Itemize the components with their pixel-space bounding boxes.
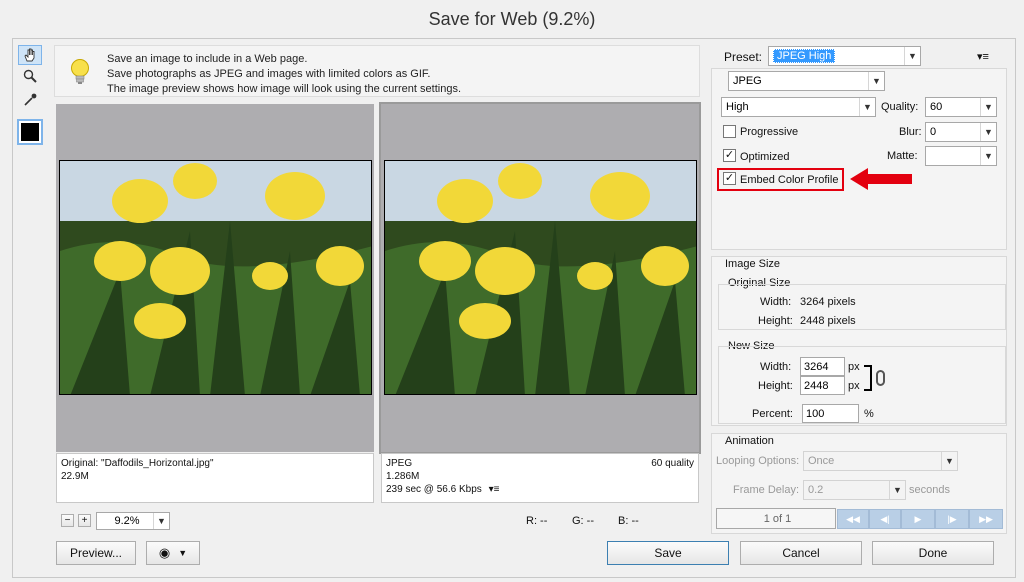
width-unit: px [848, 361, 860, 373]
matte-label: Matte: [887, 150, 918, 162]
percent-input[interactable]: 100 [802, 404, 859, 423]
quality-value: 60 [930, 101, 943, 113]
blur-label: Blur: [899, 126, 922, 138]
preset-label: Preset: [724, 50, 763, 64]
chevron-down-icon: ▼ [980, 98, 996, 116]
preset-select[interactable]: JPEG High ▼ [768, 46, 921, 66]
looping-value: Once [808, 455, 835, 467]
chevron-down-icon: ▼ [904, 47, 920, 65]
last-frame-button[interactable]: ▶▶ [969, 509, 1003, 529]
optimized-format: JPEG [386, 458, 413, 469]
orig-height-value: 2448 pixels [800, 315, 856, 327]
orig-width-label: Width: [760, 296, 792, 308]
hand-icon[interactable] [18, 45, 42, 65]
quality-select[interactable]: 60 ▼ [925, 97, 997, 117]
constrain-bracket [864, 365, 872, 391]
image-size-heading: Image Size [725, 258, 781, 270]
zoom-out-button[interactable]: − [61, 514, 74, 527]
height-unit: px [848, 380, 860, 392]
cancel-button[interactable]: Cancel [740, 541, 862, 565]
matte-select[interactable]: ▼ [925, 146, 997, 166]
info-box: Save an image to include in a Web page. … [54, 45, 700, 97]
optimized-preview-pane[interactable] [379, 102, 701, 454]
zoom-in-button[interactable]: + [78, 514, 91, 527]
globe-icon: ◉ [158, 545, 171, 560]
window-title: Save for Web (9.2%) [428, 9, 596, 29]
info-line: The image preview shows how image will l… [107, 83, 461, 95]
red-arrow-icon [850, 168, 912, 190]
info-line: Save photographs as JPEG and images with… [107, 68, 431, 80]
optimized-info: JPEG 60 quality 1.286M 239 sec @ 56.6 Kb… [381, 453, 699, 503]
optimized-quality: 60 quality [651, 458, 694, 469]
compression-value: High [726, 101, 749, 113]
play-button[interactable]: ▶ [901, 509, 935, 529]
previous-frame-button[interactable]: ◀| [869, 509, 901, 529]
frame-delay-value: 0.2 [808, 484, 824, 496]
embed-color-profile-checkbox[interactable]: ✓ [723, 172, 736, 185]
optimized-photo [384, 160, 697, 395]
frame-delay-unit: seconds [909, 484, 950, 496]
eyedropper-color-swatch[interactable] [17, 119, 43, 145]
original-filename: Original: "Daffodils_Horizontal.jpg" [61, 458, 214, 469]
blue-readout: B: -- [618, 515, 639, 527]
preset-value: JPEG High [773, 49, 836, 63]
chevron-down-icon: ▼ [889, 481, 905, 499]
red-readout: R: -- [526, 515, 548, 527]
preview-button[interactable]: Preview... [56, 541, 136, 565]
optimized-size: 1.286M [386, 471, 420, 482]
chevron-down-icon: ▼ [941, 452, 957, 470]
chevron-down-icon: ▼ [980, 147, 996, 165]
first-frame-button[interactable]: ◀◀ [837, 509, 869, 529]
compression-select[interactable]: High ▼ [721, 97, 876, 117]
next-frame-button[interactable]: |▶ [935, 509, 969, 529]
optimized-download-time: 239 sec @ 56.6 Kbps [386, 484, 482, 495]
settings-menu-icon[interactable]: ▾≡ [977, 50, 989, 63]
frame-delay-label: Frame Delay: [733, 484, 800, 496]
original-preview-pane[interactable] [56, 104, 374, 452]
progressive-checkbox[interactable] [723, 125, 736, 138]
info-line: Save an image to include in a Web page. [107, 53, 308, 65]
eyedropper-icon[interactable] [18, 90, 42, 110]
looping-select[interactable]: Once ▼ [803, 451, 958, 471]
height-input[interactable]: 2448 [800, 376, 845, 395]
blur-value: 0 [930, 126, 937, 138]
looping-label: Looping Options: [716, 455, 800, 467]
chevron-down-icon: ▼ [153, 513, 169, 529]
save-button[interactable]: Save [607, 541, 729, 565]
green-readout: G: -- [572, 515, 594, 527]
percent-unit: % [864, 408, 874, 420]
width-input[interactable]: 3264 [800, 357, 845, 376]
chevron-down-icon: ▼ [868, 72, 884, 90]
zoom-icon[interactable] [18, 66, 42, 86]
optimized-checkbox[interactable]: ✓ [723, 149, 736, 162]
original-info: Original: "Daffodils_Horizontal.jpg" 22.… [56, 453, 374, 503]
browser-preview-button[interactable]: ◉ ▼ [146, 541, 200, 565]
orig-width-value: 3264 pixels [800, 296, 856, 308]
quality-label: Quality: [881, 101, 919, 113]
format-select[interactable]: JPEG ▼ [728, 71, 885, 91]
original-size: 22.9M [61, 471, 89, 482]
blur-select[interactable]: 0 ▼ [925, 122, 997, 142]
link-icon[interactable] [876, 370, 885, 386]
frame-delay-select[interactable]: 0.2 ▼ [803, 480, 906, 500]
original-photo [59, 160, 372, 395]
embed-color-profile-label: Embed Color Profile [740, 174, 839, 186]
zoom-select[interactable]: 9.2% ▼ [96, 512, 170, 530]
percent-label: Percent: [752, 408, 793, 420]
lightbulb-icon [71, 59, 89, 84]
zoom-value: 9.2% [114, 515, 140, 527]
orig-height-label: Height: [758, 315, 793, 327]
optimized-label: Optimized [740, 151, 790, 163]
animation-heading: Animation [725, 435, 774, 447]
height-label: Height: [758, 380, 793, 392]
format-value: JPEG [733, 75, 762, 87]
width-label: Width: [760, 361, 792, 373]
done-button[interactable]: Done [872, 541, 994, 565]
chevron-down-icon: ▼ [859, 98, 875, 116]
chevron-down-icon: ▼ [980, 123, 996, 141]
download-menu-icon[interactable]: ▾≡ [489, 484, 500, 495]
progressive-label: Progressive [740, 126, 799, 138]
frame-counter: 1 of 1 [716, 508, 836, 529]
